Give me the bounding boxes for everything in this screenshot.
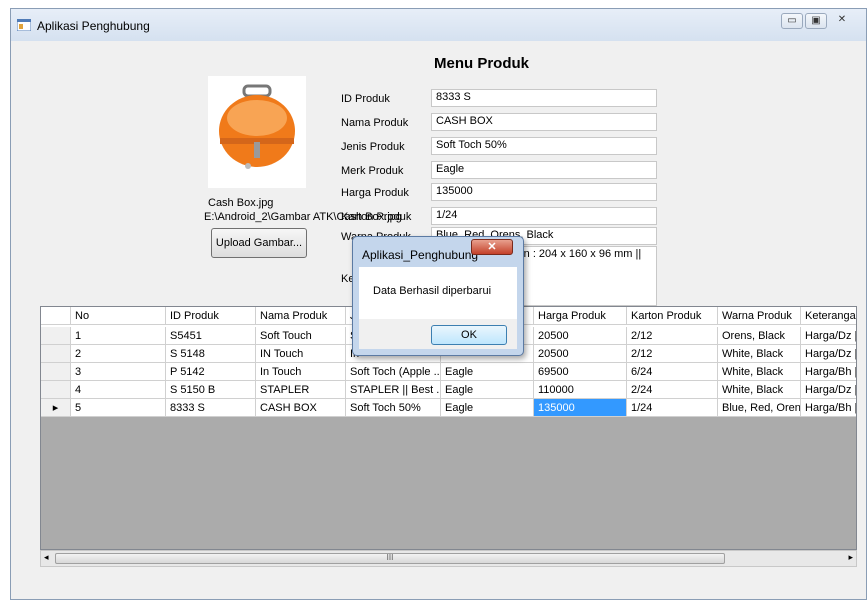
- grid-cell-no[interactable]: 1: [71, 327, 166, 345]
- grid-cell-karton-produk[interactable]: 2/12: [627, 345, 718, 363]
- grid-cell-nama-produk[interactable]: In Touch: [256, 363, 346, 381]
- nama-produk-label: Nama Produk: [341, 117, 409, 129]
- col-header-no[interactable]: No: [71, 307, 166, 325]
- grid-cell-karton-produk[interactable]: 1/24: [627, 399, 718, 417]
- row-header-corner: [41, 307, 71, 325]
- upload-image-button[interactable]: Upload Gambar...: [211, 228, 307, 258]
- scrollbar-thumb[interactable]: III: [55, 553, 725, 564]
- app-window-icon: [17, 19, 31, 31]
- minimize-button[interactable]: ▭: [781, 13, 803, 29]
- col-header-keterangan[interactable]: Keterangan: [801, 307, 856, 325]
- grid-cell-merk-produk[interactable]: Eagle: [441, 363, 534, 381]
- scroll-left-arrow-icon[interactable]: ◂: [44, 552, 49, 563]
- row-header[interactable]: [41, 363, 71, 381]
- grid-cell-id-produk[interactable]: 8333 S: [166, 399, 256, 417]
- grid-cell-warna-produk[interactable]: White, Black: [718, 381, 801, 399]
- grid-cell-no[interactable]: 5: [71, 399, 166, 417]
- grid-cell-id-produk[interactable]: S 5148: [166, 345, 256, 363]
- grid-cell-jenis-produk[interactable]: Soft Toch (Apple ...: [346, 363, 441, 381]
- col-header-warna-produk[interactable]: Warna Produk: [718, 307, 801, 325]
- karton-produk-field[interactable]: 1/24: [431, 207, 657, 225]
- grid-cell-merk-produk[interactable]: Eagle: [441, 399, 534, 417]
- grid-cell-keterangan[interactable]: Harga/Dz || 1: [801, 381, 856, 399]
- karton-produk-label: Karton Produk: [341, 211, 412, 223]
- scroll-right-arrow-icon[interactable]: ▸: [848, 552, 853, 563]
- grid-cell-id-produk[interactable]: S 5150 B: [166, 381, 256, 399]
- grid-cell-warna-produk[interactable]: Orens, Black: [718, 327, 801, 345]
- merk-produk-field[interactable]: Eagle: [431, 161, 657, 179]
- row-header[interactable]: [41, 327, 71, 345]
- grid-cell-nama-produk[interactable]: CASH BOX: [256, 399, 346, 417]
- col-header-harga-produk[interactable]: Harga Produk: [534, 307, 627, 325]
- harga-produk-label: Harga Produk: [341, 187, 409, 199]
- grid-cell-harga-produk[interactable]: 135000: [534, 399, 627, 417]
- ok-button[interactable]: OK: [431, 325, 507, 345]
- maximize-button[interactable]: ▣: [805, 13, 827, 29]
- title-bar: Aplikasi Penghubung ▭ ▣ ✕: [11, 9, 866, 41]
- jenis-produk-field[interactable]: Soft Toch 50%: [431, 137, 657, 155]
- grid-cell-karton-produk[interactable]: 2/24: [627, 381, 718, 399]
- dialog-footer: OK: [359, 319, 517, 349]
- dialog-body: Data Berhasil diperbarui: [359, 267, 517, 319]
- grid-cell-no[interactable]: 2: [71, 345, 166, 363]
- merk-produk-label: Merk Produk: [341, 165, 404, 177]
- grid-cell-nama-produk[interactable]: Soft Touch: [256, 327, 346, 345]
- grid-cell-id-produk[interactable]: P 5142: [166, 363, 256, 381]
- dialog-title: Aplikasi_Penghubung: [362, 248, 479, 262]
- grid-cell-merk-produk[interactable]: Eagle: [441, 381, 534, 399]
- grid-cell-harga-produk[interactable]: 110000: [534, 381, 627, 399]
- id-produk-label: ID Produk: [341, 93, 390, 105]
- horizontal-scrollbar[interactable]: ◂ III ▸: [40, 550, 857, 567]
- message-dialog: Aplikasi_Penghubung ✕ Data Berhasil dipe…: [352, 236, 524, 356]
- grid-cell-keterangan[interactable]: Harga/Bh || U: [801, 399, 856, 417]
- grid-cell-id-produk[interactable]: S5451: [166, 327, 256, 345]
- grid-cell-harga-produk[interactable]: 69500: [534, 363, 627, 381]
- grid-cell-no[interactable]: 4: [71, 381, 166, 399]
- col-header-karton-produk[interactable]: Karton Produk: [627, 307, 718, 325]
- grid-cell-jenis-produk[interactable]: Soft Toch 50%: [346, 399, 441, 417]
- jenis-produk-label: Jenis Produk: [341, 141, 405, 153]
- grid-cell-harga-produk[interactable]: 20500: [534, 345, 627, 363]
- dialog-message: Data Berhasil diperbarui: [373, 285, 492, 297]
- grid-cell-karton-produk[interactable]: 6/24: [627, 363, 718, 381]
- grid-cell-no[interactable]: 3: [71, 363, 166, 381]
- grid-cell-warna-produk[interactable]: White, Black: [718, 363, 801, 381]
- grid-cell-keterangan[interactable]: Harga/Dz || 1: [801, 327, 856, 345]
- grid-cell-nama-produk[interactable]: IN Touch: [256, 345, 346, 363]
- row-header[interactable]: ▸: [41, 399, 71, 417]
- grid-cell-keterangan[interactable]: Harga/Bh || 3: [801, 363, 856, 381]
- row-header[interactable]: [41, 345, 71, 363]
- col-header-id-produk[interactable]: ID Produk: [166, 307, 256, 325]
- harga-produk-field[interactable]: 135000: [431, 183, 657, 201]
- id-produk-field[interactable]: 8333 S: [431, 89, 657, 107]
- col-header-nama-produk[interactable]: Nama Produk: [256, 307, 346, 325]
- grid-cell-warna-produk[interactable]: White, Black: [718, 345, 801, 363]
- nama-produk-field[interactable]: CASH BOX: [431, 113, 657, 131]
- image-filename: Cash Box.jpg: [208, 197, 274, 209]
- grid-cell-keterangan[interactable]: Harga/Dz || 1: [801, 345, 856, 363]
- row-header[interactable]: [41, 381, 71, 399]
- grid-cell-harga-produk[interactable]: 20500: [534, 327, 627, 345]
- dialog-close-button[interactable]: ✕: [471, 239, 513, 255]
- window-title: Aplikasi Penghubung: [37, 19, 150, 33]
- grid-cell-karton-produk[interactable]: 2/12: [627, 327, 718, 345]
- grid-cell-nama-produk[interactable]: STAPLER: [256, 381, 346, 399]
- grid-cell-warna-produk[interactable]: Blue, Red, Oren...: [718, 399, 801, 417]
- grid-cell-jenis-produk[interactable]: STAPLER || Best ...: [346, 381, 441, 399]
- page-title: Menu Produk: [434, 55, 530, 72]
- close-button[interactable]: ✕: [831, 13, 853, 29]
- cash-box-image: [219, 84, 295, 169]
- product-image: [208, 76, 306, 188]
